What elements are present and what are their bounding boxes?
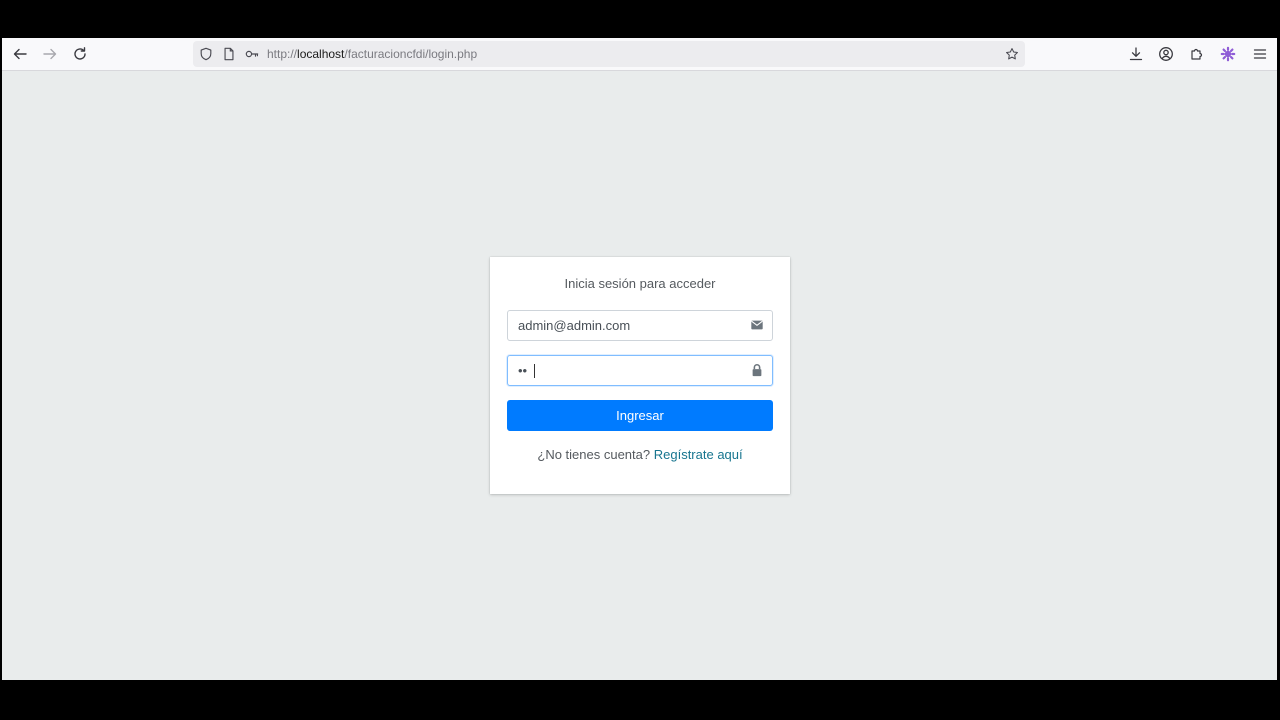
browser-window: http://localhost/facturacioncfdi/login.p…	[2, 38, 1277, 680]
url-text[interactable]: http://localhost/facturacioncfdi/login.p…	[267, 47, 477, 61]
reload-icon	[74, 47, 86, 60]
password-input[interactable]	[508, 356, 738, 385]
download-icon	[1129, 47, 1143, 61]
back-button[interactable]	[8, 42, 32, 66]
login-card: Inicia sesión para acceder Ingresar ¿No …	[490, 257, 790, 494]
extension-app-button[interactable]	[1216, 42, 1240, 66]
register-line: ¿No tienes cuenta? Regístrate aquí	[490, 447, 790, 462]
downloads-button[interactable]	[1124, 42, 1148, 66]
menu-button[interactable]	[1248, 42, 1272, 66]
page-info-icon[interactable]	[221, 46, 237, 62]
tracking-protection-shield-icon[interactable]	[198, 46, 214, 62]
lock-icon	[750, 363, 764, 377]
login-message: Inicia sesión para acceder	[564, 276, 716, 291]
account-button[interactable]	[1154, 42, 1178, 66]
no-account-text: ¿No tienes cuenta?	[537, 447, 651, 462]
email-input[interactable]	[508, 311, 738, 340]
extensions-puzzle-icon	[1191, 48, 1203, 60]
url-host: localhost	[297, 47, 345, 61]
account-icon	[1159, 47, 1173, 61]
register-link[interactable]: Regístrate aquí	[654, 447, 743, 462]
hamburger-menu-icon	[1253, 49, 1267, 59]
password-input-group	[507, 355, 773, 386]
url-prefix: http://	[267, 47, 298, 61]
text-caret	[534, 364, 535, 378]
login-submit-button[interactable]: Ingresar	[507, 400, 773, 431]
reload-button[interactable]	[68, 42, 92, 66]
envelope-icon	[750, 318, 764, 332]
letterbox-bottom	[0, 680, 1280, 720]
url-bar[interactable]: http://localhost/facturacioncfdi/login.p…	[193, 41, 1025, 67]
url-path: /facturacioncfdi/login.php	[344, 47, 478, 61]
letterbox-top	[0, 0, 1280, 38]
extensions-button[interactable]	[1185, 42, 1209, 66]
email-input-group	[507, 310, 773, 341]
browser-toolbar: http://localhost/facturacioncfdi/login.p…	[2, 38, 1277, 71]
key-icon[interactable]	[244, 46, 260, 62]
back-arrow-icon	[13, 48, 27, 60]
extension-gear-icon	[1220, 46, 1236, 62]
forward-arrow-icon	[43, 48, 57, 60]
forward-button[interactable]	[38, 42, 62, 66]
bookmark-star-icon[interactable]	[1004, 46, 1020, 62]
